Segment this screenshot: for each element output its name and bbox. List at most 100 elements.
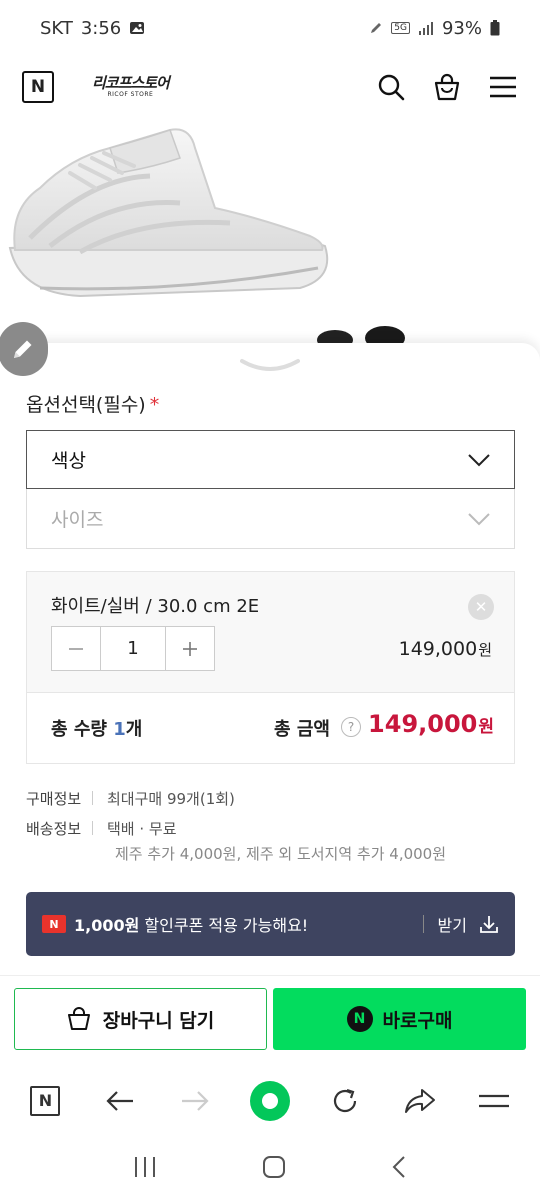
naver-coupon-badge: N bbox=[42, 915, 66, 933]
selected-option-name: 화이트/실버 / 30.0 cm 2E bbox=[51, 596, 260, 617]
refresh-icon bbox=[333, 1088, 356, 1112]
purchase-bar: 장바구니 담기 N 바로구매 bbox=[0, 975, 540, 1063]
close-icon: ✕ bbox=[474, 598, 488, 616]
option-title-text: 옵션선택(필수) bbox=[26, 394, 146, 416]
coupon-banner[interactable]: N 1,000원 할인쿠폰 적용 가능해요! 받기 bbox=[26, 892, 515, 956]
system-navigation-bar bbox=[0, 1138, 540, 1200]
chevron-down-icon bbox=[468, 453, 490, 466]
naver-n-icon: N bbox=[30, 1085, 61, 1116]
search-button[interactable] bbox=[376, 72, 406, 102]
shopping-bag-icon bbox=[67, 1007, 90, 1030]
chevron-down-icon bbox=[468, 512, 490, 525]
download-icon bbox=[480, 916, 498, 933]
back-button[interactable] bbox=[96, 1077, 144, 1125]
menu-button[interactable] bbox=[488, 72, 518, 102]
search-icon bbox=[378, 74, 405, 101]
clock: 3:56 bbox=[80, 17, 122, 39]
selected-option-card: 화이트/실버 / 30.0 cm 2E ✕ 1 149,000원 총 수량 1개 bbox=[26, 571, 515, 764]
option-price-value: 149,000 bbox=[398, 638, 478, 660]
naver-home-button[interactable]: N bbox=[21, 1077, 69, 1125]
chevron-left-icon bbox=[392, 1156, 406, 1178]
hamburger-menu-icon bbox=[490, 76, 516, 98]
total-quantity-unit: 개 bbox=[125, 719, 143, 740]
option-price: 149,000원 bbox=[399, 638, 492, 660]
option-bottom-sheet: 옵션선택(필수) * 색상 사이즈 화이트/실버 / 30.0 cm 2E ✕ 1 bbox=[0, 343, 540, 975]
purchase-info-label: 구매정보 bbox=[26, 790, 82, 808]
share-arrow-icon bbox=[404, 1088, 435, 1113]
naver-pay-icon: N bbox=[346, 1006, 373, 1032]
store-logo-subtext: RICOF STORE bbox=[107, 91, 154, 98]
coupon-download-button[interactable]: 받기 bbox=[438, 912, 499, 936]
battery-percent: 93% bbox=[441, 17, 482, 39]
status-bar: SKT 3:56 5G 93% bbox=[0, 0, 540, 56]
sheet-collapse-handle[interactable] bbox=[240, 355, 300, 375]
size-select-label: 사이즈 bbox=[51, 509, 104, 531]
shopping-bag-icon bbox=[434, 73, 460, 101]
green-dot-icon bbox=[249, 1080, 290, 1121]
size-select[interactable]: 사이즈 bbox=[26, 489, 515, 549]
total-amount-value: 149,000 bbox=[368, 710, 478, 738]
total-quantity: 총 수량 1개 bbox=[51, 715, 142, 741]
menu-lines-icon bbox=[479, 1094, 510, 1107]
coupon-text: 할인쿠폰 적용 가능해요! bbox=[139, 916, 309, 935]
delivery-extra-fee: 제주 추가 4,000원, 제주 외 도서지역 추가 4,000원 bbox=[115, 845, 447, 863]
store-header: N 리코프스토어 RICOF STORE bbox=[0, 56, 540, 118]
delivery-info-label: 배송정보 bbox=[26, 820, 82, 838]
arrow-left-icon bbox=[106, 1090, 134, 1111]
browser-toolbar: N bbox=[0, 1063, 540, 1138]
pencil-icon bbox=[14, 340, 32, 358]
purchase-info-row: 구매정보 최대구매 99개(1회) bbox=[26, 788, 235, 809]
product-image[interactable] bbox=[0, 118, 540, 343]
total-quantity-label: 총 수량 bbox=[51, 719, 107, 740]
edit-fab-button[interactable] bbox=[0, 322, 48, 376]
carrier-label: SKT bbox=[40, 17, 73, 39]
total-summary: 총 수량 1개 총 금액 ? 149,000원 bbox=[27, 692, 514, 763]
arrow-right-icon bbox=[182, 1090, 209, 1111]
decrease-quantity-button[interactable] bbox=[52, 627, 100, 670]
refresh-button[interactable] bbox=[321, 1077, 369, 1125]
remove-option-button[interactable]: ✕ bbox=[468, 594, 494, 620]
increase-quantity-button[interactable] bbox=[166, 627, 214, 670]
forward-button[interactable] bbox=[171, 1077, 219, 1125]
divider bbox=[422, 915, 424, 933]
color-select[interactable]: 색상 bbox=[26, 430, 515, 489]
add-to-cart-button[interactable]: 장바구니 담기 bbox=[14, 988, 267, 1050]
coupon-download-label: 받기 bbox=[437, 916, 467, 935]
option-select-title: 옵션선택(필수) * bbox=[26, 390, 159, 417]
quantity-value[interactable]: 1 bbox=[100, 627, 166, 670]
home-button[interactable] bbox=[262, 1155, 286, 1183]
divider bbox=[92, 821, 93, 835]
buy-now-button[interactable]: N 바로구매 bbox=[273, 988, 526, 1050]
color-select-label: 색상 bbox=[51, 450, 86, 472]
purchase-info-value: 최대구매 99개(1회) bbox=[107, 790, 235, 808]
plus-icon bbox=[183, 641, 197, 656]
white-sneaker-image bbox=[8, 128, 405, 343]
total-amount-label: 총 금액 bbox=[274, 719, 330, 740]
coupon-amount: 1,000원 bbox=[74, 916, 140, 935]
browser-menu-button[interactable] bbox=[470, 1077, 518, 1125]
recent-apps-button[interactable] bbox=[133, 1156, 157, 1182]
minus-icon bbox=[69, 647, 83, 650]
cart-button[interactable] bbox=[432, 72, 462, 102]
total-amount-currency: 원 bbox=[478, 717, 494, 737]
green-dot-button[interactable] bbox=[246, 1077, 294, 1125]
store-logo[interactable]: 리코프스토어 RICOF STORE bbox=[92, 74, 170, 98]
quantity-stepper: 1 bbox=[51, 626, 215, 671]
network-5g-icon: 5G bbox=[391, 22, 410, 34]
required-mark: * bbox=[149, 394, 160, 416]
battery-icon bbox=[490, 20, 500, 36]
delivery-info-row: 배송정보 택배 · 무료 bbox=[26, 818, 177, 839]
option-price-currency: 원 bbox=[478, 641, 492, 659]
recent-apps-icon bbox=[134, 1157, 155, 1177]
help-icon[interactable]: ? bbox=[341, 717, 361, 737]
coupon-message: 1,000원 할인쿠폰 적용 가능해요! bbox=[74, 912, 308, 936]
share-button[interactable] bbox=[396, 1077, 444, 1125]
total-quantity-value: 1 bbox=[113, 719, 126, 740]
system-back-button[interactable] bbox=[391, 1155, 407, 1183]
chevron-down-icon bbox=[240, 359, 300, 371]
delivery-info-value: 택배 · 무료 bbox=[107, 820, 177, 838]
store-logo-text: 리코프스토어 bbox=[92, 74, 170, 92]
buy-now-label: 바로구매 bbox=[382, 1009, 453, 1032]
gallery-icon bbox=[129, 20, 145, 36]
naver-logo-button[interactable]: N bbox=[22, 71, 54, 103]
